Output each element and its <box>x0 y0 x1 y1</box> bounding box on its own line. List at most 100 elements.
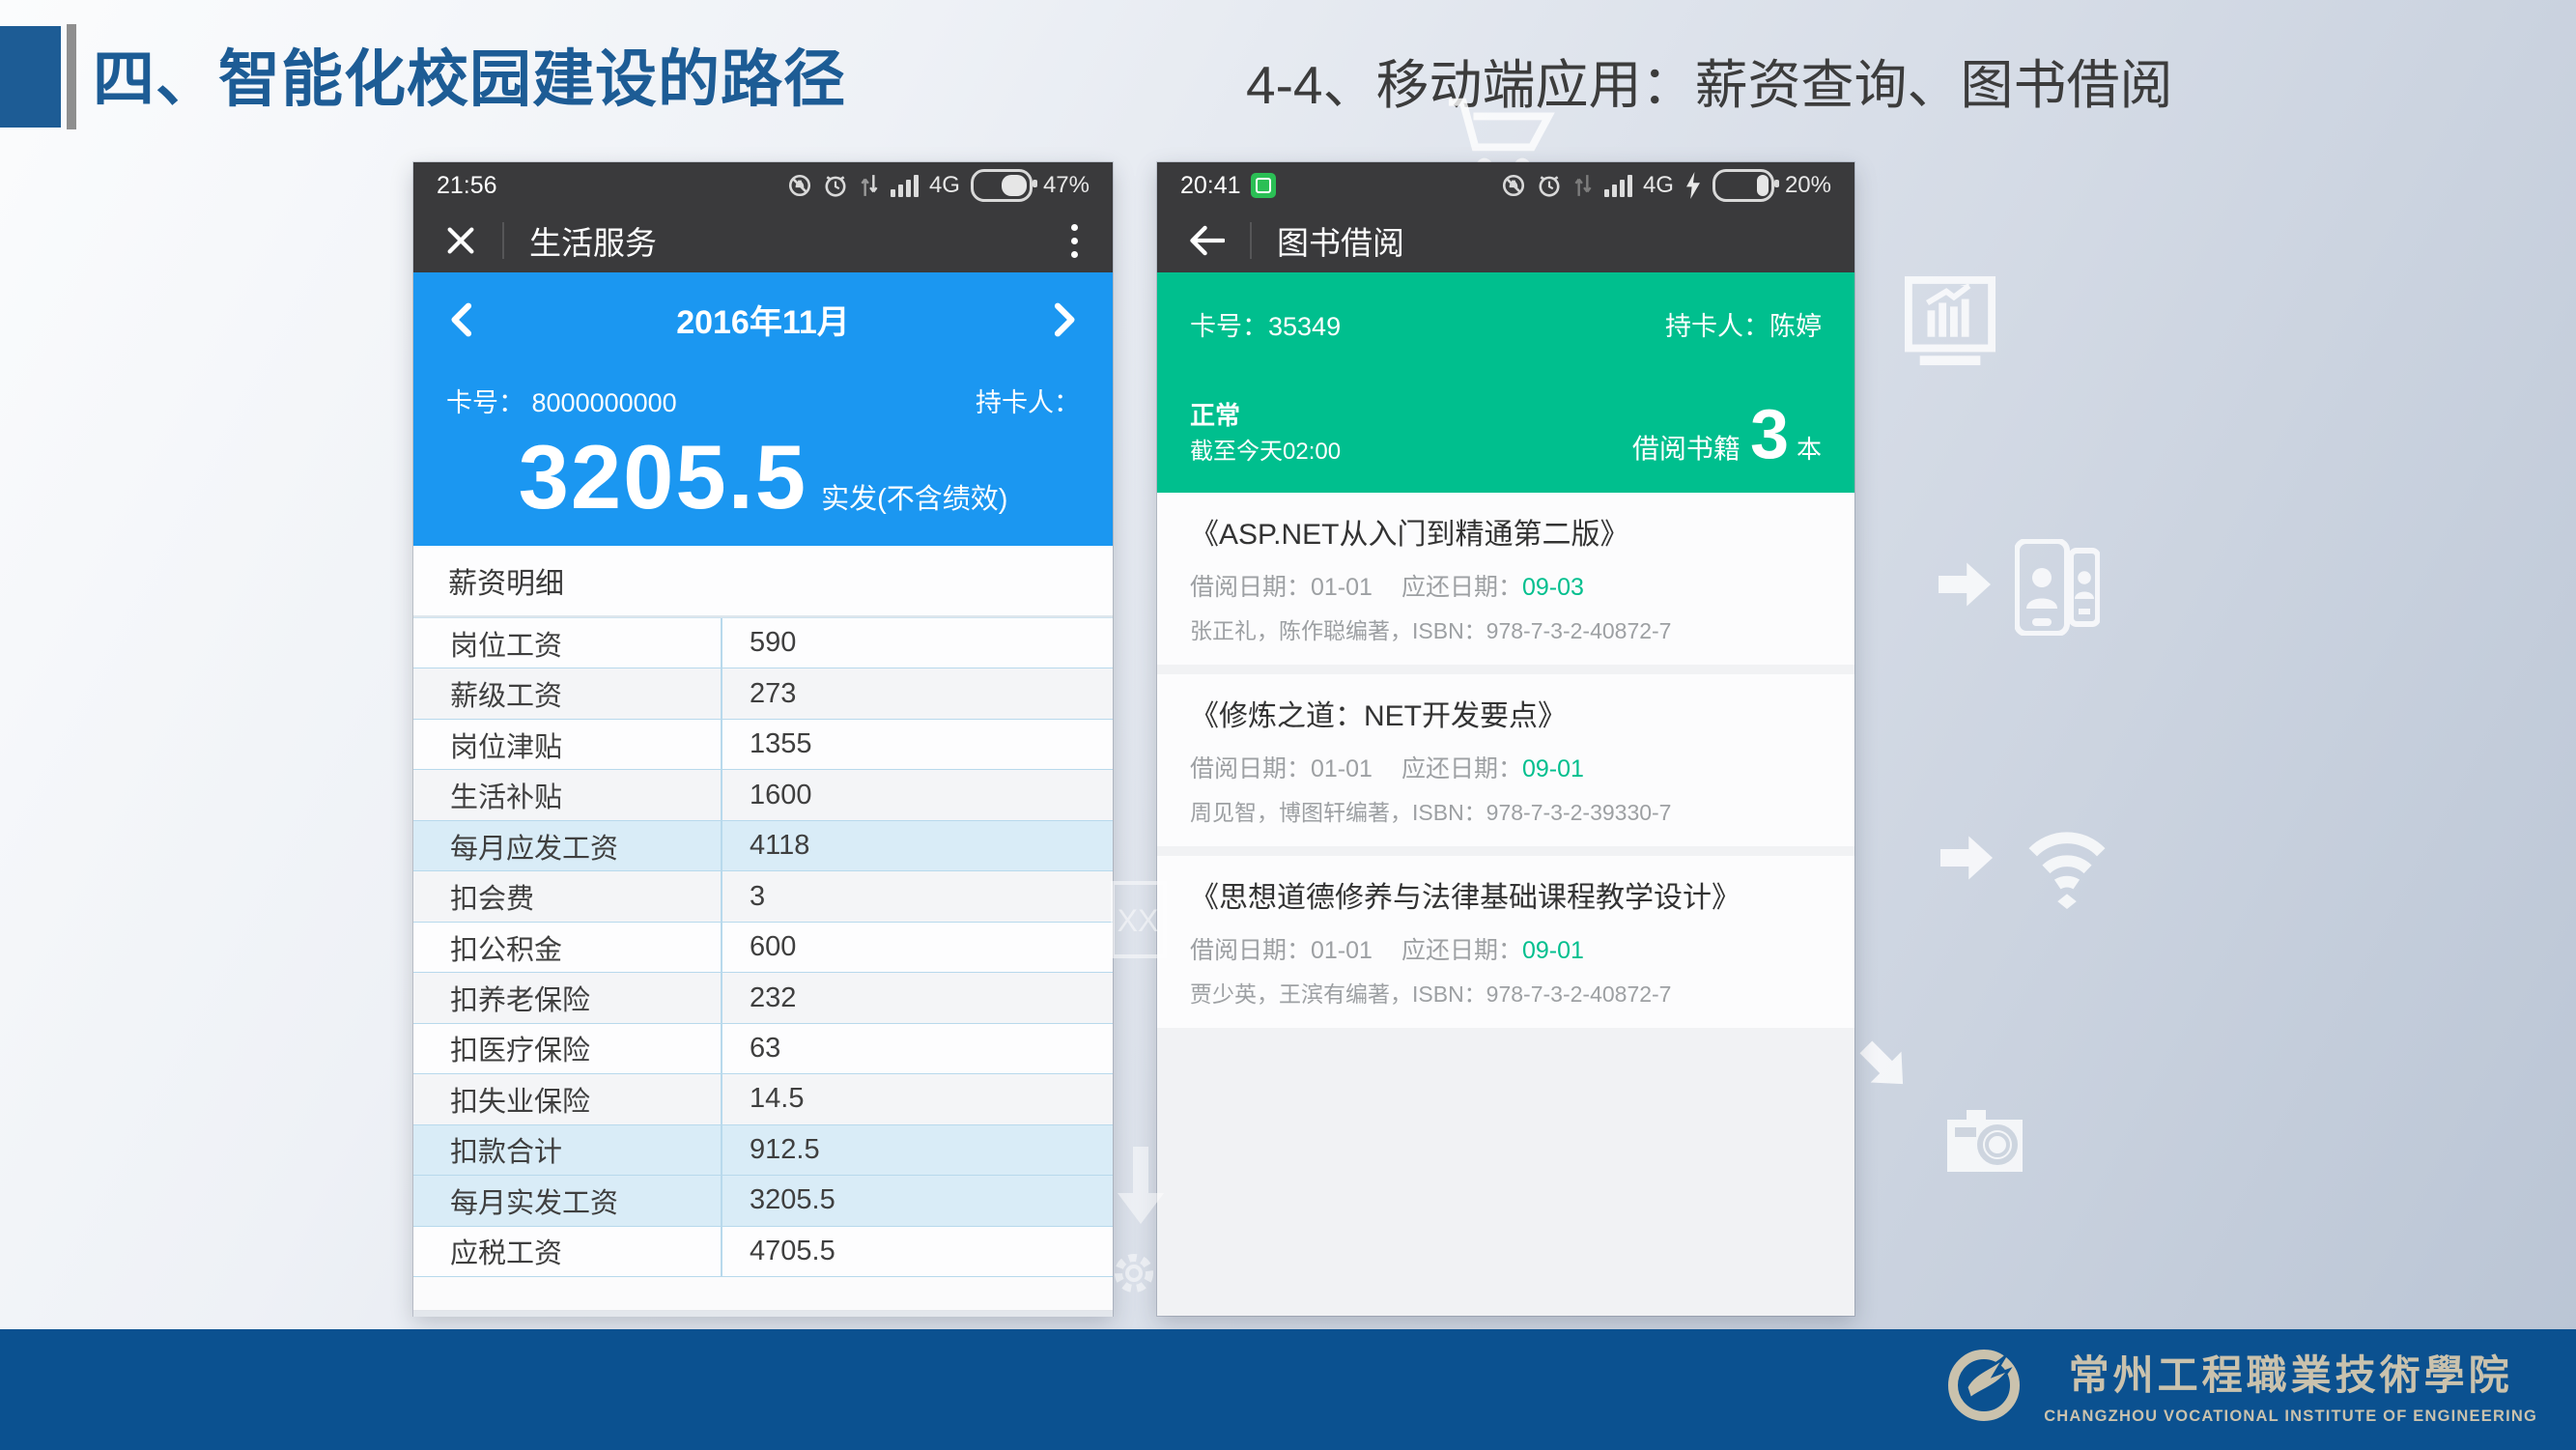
library-card-summary: 卡号：35349 持卡人：陈婷 正常 截至今天02:00 借阅书籍 3 本 <box>1157 272 1854 493</box>
school-name-cn: 常州工程職業技術學院 <box>2069 1343 2513 1402</box>
salary-row-label: 扣养老保险 <box>413 973 722 1022</box>
salary-row-value: 14.5 <box>722 1074 804 1123</box>
battery-icon <box>1713 169 1774 202</box>
net-salary-amount: 3205.5 <box>519 425 808 529</box>
clock-label: 21:56 <box>437 172 497 200</box>
network-type-label: 4G <box>1643 172 1674 199</box>
more-menu-icon[interactable] <box>1067 220 1082 262</box>
data-arrows-icon <box>859 173 880 198</box>
signal-strength-icon <box>1604 175 1632 197</box>
salary-row-value: 1600 <box>722 770 812 819</box>
battery-icon <box>971 169 1033 202</box>
salary-row-label: 每月实发工资 <box>413 1176 722 1225</box>
salary-row-value: 3 <box>722 871 765 921</box>
card-holder-label: 持卡人： <box>976 382 1080 419</box>
document-xx-icon: XX <box>1111 881 1167 958</box>
battery-percent-label: 20% <box>1785 172 1831 199</box>
arrow-right-icon <box>1935 558 1995 611</box>
book-dates: 借阅日期：01-01应还日期：09-01 <box>1190 750 1822 784</box>
table-row: 扣养老保险232 <box>413 973 1113 1023</box>
salary-app-screenshot: 21:56 4G 47% 生活服务 2016年11月 <box>413 162 1113 1316</box>
salary-row-label: 薪级工资 <box>413 668 722 718</box>
card-number: 卡号：35349 <box>1190 305 1341 343</box>
clock-label: 20:41 <box>1180 172 1241 200</box>
status-badge: 正常 <box>1190 397 1341 435</box>
salary-row-label: 岗位工资 <box>413 618 722 668</box>
section-title: 薪资明细 <box>413 546 1113 617</box>
network-type-label: 4G <box>929 172 960 199</box>
table-row: 扣公积金600 <box>413 923 1113 973</box>
book-title: 《思想道德修养与法律基础课程教学设计》 <box>1190 873 1822 916</box>
due-date: 09-01 <box>1522 755 1584 782</box>
battery-percent-label: 47% <box>1043 172 1090 199</box>
alarm-icon <box>1537 173 1562 198</box>
charging-icon <box>1684 172 1702 199</box>
borrowed-book-list: 《ASP.NET从入门到精通第二版》 借阅日期：01-01应还日期：09-03 … <box>1157 493 1854 1316</box>
salary-row-label: 扣医疗保险 <box>413 1024 722 1073</box>
salary-row-label: 扣款合计 <box>413 1125 722 1175</box>
table-row: 岗位工资590 <box>413 618 1113 668</box>
book-dates: 借阅日期：01-01应还日期：09-03 <box>1190 568 1822 603</box>
close-icon[interactable] <box>444 224 477 257</box>
table-row: 薪级工资273 <box>413 668 1113 719</box>
book-dates: 借阅日期：01-01应还日期：09-01 <box>1190 931 1822 966</box>
borrow-count-unit: 本 <box>1797 430 1822 466</box>
mute-icon <box>1501 173 1526 198</box>
book-authors-isbn: 贾少英，王滨有编著，ISBN：978-7-3-2-40872-7 <box>1190 976 1822 1009</box>
table-row: 应税工资4705.5 <box>413 1227 1113 1277</box>
table-footer <box>413 1277 1113 1311</box>
gear-icon <box>1109 1242 1159 1304</box>
due-date: 09-03 <box>1522 574 1584 601</box>
wifi-icon <box>2022 817 2112 910</box>
footer-band: 常州工程職業技術學院 CHANGZHOU VOCATIONAL INSTITUT… <box>0 1329 2576 1450</box>
salary-row-value: 3205.5 <box>722 1176 835 1225</box>
book-list-item[interactable]: 《修炼之道：NET开发要点》 借阅日期：01-01应还日期：09-01 周见智，… <box>1157 674 1854 846</box>
salary-row-label: 岗位津贴 <box>413 720 722 769</box>
data-arrows-icon <box>1572 173 1594 198</box>
library-app-screenshot: 20:41 4G 20% 图书借阅 卡号：35349 持卡人：陈婷 <box>1157 162 1854 1316</box>
borrow-count-value: 3 <box>1750 400 1789 469</box>
header-accent-bar <box>67 24 76 129</box>
notification-app-icon <box>1251 173 1276 198</box>
prev-month-button[interactable] <box>446 301 475 338</box>
app-navbar: 图书借阅 <box>1157 209 1854 272</box>
salary-row-label: 生活补贴 <box>413 770 722 819</box>
nav-divider <box>1250 222 1252 259</box>
slide-canvas: 四、智能化校园建设的路径 4-4、移动端应用：薪资查询、图书借阅 XX 21:5… <box>0 0 2576 1450</box>
monitor-chart-icon <box>1905 276 1996 371</box>
camera-icon <box>1945 1104 2024 1174</box>
table-row: 生活补贴1600 <box>413 770 1113 820</box>
salary-row-value: 600 <box>722 923 796 972</box>
book-list-item[interactable]: 《ASP.NET从入门到精通第二版》 借阅日期：01-01应还日期：09-03 … <box>1157 493 1854 665</box>
salary-row-label: 扣会费 <box>413 871 722 921</box>
table-row-highlight: 每月实发工资3205.5 <box>413 1176 1113 1226</box>
arrow-diagonal-icon <box>1845 1026 1924 1105</box>
salary-row-label: 应税工资 <box>413 1227 722 1276</box>
arrow-right-icon <box>1937 832 1996 884</box>
salary-row-value: 912.5 <box>722 1125 820 1175</box>
back-icon[interactable] <box>1188 225 1225 256</box>
borrow-count-label: 借阅书籍 <box>1632 428 1741 467</box>
header-accent-square <box>0 26 61 128</box>
table-row: 扣会费3 <box>413 871 1113 922</box>
school-logo: 常州工程職業技術學院 CHANGZHOU VOCATIONAL INSTITUT… <box>1947 1343 2537 1426</box>
mobile-phones-icon <box>2015 539 2100 636</box>
book-authors-isbn: 周见智，博图轩编著，ISBN：978-7-3-2-39330-7 <box>1190 794 1822 827</box>
page-title: 图书借阅 <box>1277 217 1404 264</box>
slide-title: 四、智能化校园建设的路径 <box>93 29 846 129</box>
table-row-highlight: 扣款合计912.5 <box>413 1125 1113 1176</box>
card-holder: 持卡人：陈婷 <box>1665 305 1822 343</box>
table-row-highlight: 每月应发工资4118 <box>413 821 1113 871</box>
borrow-count-group: 借阅书籍 3 本 <box>1632 400 1822 469</box>
salary-row-value: 4705.5 <box>722 1227 835 1276</box>
salary-row-label: 扣公积金 <box>413 923 722 972</box>
table-row: 扣医疗保险63 <box>413 1024 1113 1074</box>
book-title: 《ASP.NET从入门到精通第二版》 <box>1190 510 1822 553</box>
salary-row-value: 273 <box>722 668 796 718</box>
svg-text:XX: XX <box>1118 903 1159 938</box>
month-label: 2016年11月 <box>676 296 850 343</box>
card-status: 正常 截至今天02:00 <box>1190 397 1341 469</box>
next-month-button[interactable] <box>1051 301 1080 338</box>
school-name-en: CHANGZHOU VOCATIONAL INSTITUTE OF ENGINE… <box>2044 1407 2537 1426</box>
book-list-item[interactable]: 《思想道德修养与法律基础课程教学设计》 借阅日期：01-01应还日期：09-01… <box>1157 856 1854 1028</box>
